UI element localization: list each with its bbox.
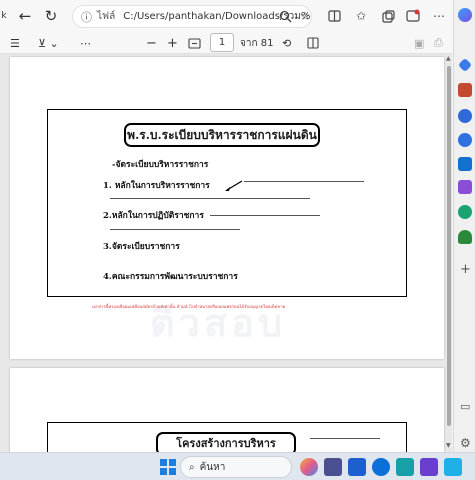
item-1: 1. หลักในการบริหารราชการ <box>103 181 210 191</box>
settings-gear-icon[interactable]: ⚙ <box>460 436 471 450</box>
watermark: ติวสอบ <box>150 301 287 345</box>
search-placeholder: ค้นหา <box>199 461 226 473</box>
table-of-contents-icon[interactable]: ☰ <box>10 34 20 52</box>
pen-icon[interactable] <box>458 180 472 194</box>
outlook-icon[interactable] <box>458 157 472 171</box>
page-view-icon[interactable] <box>307 34 319 52</box>
highlight-icon[interactable]: ⊻ ⌄ <box>38 34 59 52</box>
tree-icon[interactable] <box>458 230 472 244</box>
site-label: ไฟล์ <box>97 11 116 22</box>
tag-icon[interactable] <box>457 57 473 73</box>
document-title: พ.ร.บ.ระเบียบบริหารราชการแผ่นดิน <box>124 123 320 147</box>
more-tools-icon[interactable]: ⋯ <box>80 34 91 52</box>
person-icon[interactable] <box>458 109 472 123</box>
rotate-icon[interactable]: ⟲ <box>282 34 291 52</box>
add-icon[interactable]: + <box>460 262 471 277</box>
item-4: 4.คณะกรรมการพัฒนาระบบราชการ <box>103 272 238 282</box>
search-icon: ⌕ <box>189 461 195 473</box>
zoom-icon[interactable] <box>276 7 294 25</box>
item-3: 3.จัดระเบียบราชการ <box>103 242 180 252</box>
info-icon[interactable]: ⓘ <box>81 9 92 25</box>
refresh-icon[interactable]: ↻ <box>38 3 64 29</box>
edge-taskbar-icon[interactable] <box>372 458 390 476</box>
windows-taskbar: ⌕ ค้นหา <box>0 452 475 480</box>
start-icon[interactable] <box>160 459 176 475</box>
fit-page-icon[interactable] <box>188 34 201 52</box>
zoom-out-button[interactable]: − <box>146 34 157 52</box>
favorite-star-icon[interactable]: ☆ <box>296 7 314 25</box>
save-icon[interactable]: ▣ <box>414 34 424 52</box>
copilot-taskbar-icon[interactable] <box>300 458 318 476</box>
pdf-page-1: ติวสอบ พ.ร.บ.ระเบียบบริหารราชการแผ่นดิน … <box>10 57 444 359</box>
footer-note: เอกสารนี้ทรงเหลือผมเหมือนสมัครบัวแต่เท่า… <box>92 304 286 309</box>
pdf-page-2: โครงสร้างการบริหารราชการ <box>10 368 444 452</box>
app-icon-purple[interactable] <box>420 458 438 476</box>
print-icon[interactable]: ⎙ <box>434 34 443 52</box>
taskbar-search[interactable]: ⌕ ค้นหา <box>180 456 292 478</box>
item-2: 2.หลักในการปฏิบัติราชการ <box>103 211 204 221</box>
app-icon-blue[interactable] <box>348 458 366 476</box>
page-count: จาก 81 <box>240 37 274 49</box>
subheading: -จัดระเบียบบริหารราชการ <box>112 160 209 170</box>
edge-sidebar: + ▭ ⚙ <box>453 0 475 452</box>
split-screen-icon[interactable] <box>325 7 343 25</box>
pdf-toolbar: ☰ ⊻ ⌄ ⋯ − + 1 จาก 81 ⟲ ▣ ⎙ <box>0 32 475 54</box>
extension-icon[interactable] <box>458 133 472 147</box>
browser-address-row: k ← ↻ ⓘ ไฟล์ C:/Users/panthakan/Download… <box>0 0 475 32</box>
extensions-icon[interactable] <box>404 7 422 25</box>
arrow-mark <box>224 177 244 196</box>
copilot-icon[interactable] <box>458 8 472 22</box>
answer-line-2b <box>110 229 240 230</box>
vertical-scrollbar[interactable]: ▲ ▼ <box>445 54 453 452</box>
more-menu-icon[interactable]: ⋯ <box>430 7 448 25</box>
page2-answer-line <box>310 438 380 439</box>
sidebar-tab-icon[interactable]: ▭ <box>460 400 470 413</box>
scroll-thumb[interactable] <box>447 66 451 426</box>
tab-edge-fragment[interactable]: k <box>0 3 8 29</box>
pdf-viewer[interactable]: ติวสอบ พ.ร.บ.ระเบียบบริหารราชการแผ่นดิน … <box>0 54 452 452</box>
favorites-icon[interactable]: ✩ <box>352 7 370 25</box>
app-icon-teal[interactable] <box>396 458 414 476</box>
page2-title: โครงสร้างการบริหารราชการ <box>156 432 296 452</box>
scroll-down-arrow[interactable]: ▼ <box>446 442 451 449</box>
games-icon[interactable] <box>458 205 472 219</box>
widgets-icon[interactable] <box>324 458 342 476</box>
scroll-up-arrow[interactable]: ▲ <box>446 55 451 62</box>
collections-icon[interactable] <box>379 7 397 25</box>
answer-line-1a <box>244 181 364 182</box>
briefcase-icon[interactable] <box>458 83 472 97</box>
answer-line-2a <box>210 215 320 216</box>
zoom-in-button[interactable]: + <box>167 34 178 52</box>
page-number-input[interactable]: 1 <box>210 33 234 52</box>
app-icon-cyan[interactable] <box>444 458 462 476</box>
answer-line-1b <box>110 198 310 199</box>
back-icon[interactable]: ← <box>12 3 38 29</box>
